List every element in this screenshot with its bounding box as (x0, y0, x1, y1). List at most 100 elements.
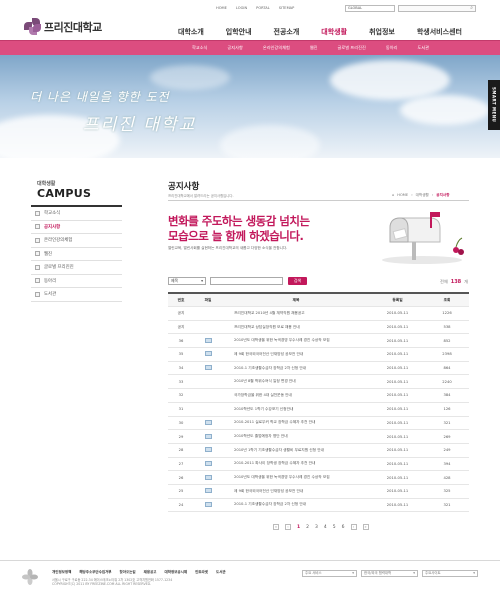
row-title[interactable]: 2010-2011 실로우커 학교 장학금 수혜자 추천 안내 (222, 420, 370, 425)
keyword-input[interactable] (210, 277, 283, 285)
row-number: 공지 (177, 310, 185, 315)
attachment-icon[interactable] (204, 460, 212, 466)
util-login-link[interactable]: LOGIN (236, 6, 247, 10)
table-row[interactable]: 34 2010-1 기초생활수급자 장학금 2차 신청 안내 2010-05-11 8… (168, 362, 469, 376)
gnb-item-about[interactable]: 대학소개 (178, 27, 204, 37)
total-count-value: 138 (450, 279, 462, 285)
util-portal-link[interactable]: PORTAL (256, 6, 270, 10)
pager-last-button[interactable]: » (362, 524, 369, 530)
footer-link[interactable]: 도서관 (216, 570, 226, 575)
footer-link[interactable]: 인트라넷 (195, 570, 208, 575)
gnb-item-career[interactable]: 취업정보 (369, 27, 395, 37)
table-row[interactable]: 26 2010년도 대학생을 위한 녹색경영 우수사례 경진 수상작 모집 2010… (168, 471, 469, 485)
pager-first-button[interactable]: « (273, 524, 279, 530)
footer-link[interactable]: 대학정보공시제 (165, 570, 188, 575)
sub-nav-item[interactable]: 글로벌 프리진진 (338, 45, 366, 51)
lnb-item-webzine[interactable]: 웹진 (31, 248, 122, 261)
gnb-item-admission[interactable]: 입학안내 (226, 27, 252, 37)
table-row[interactable]: 공지 프리진대학교 2010년 4월 계약직원 채용공고 2010-05-11 122… (168, 307, 469, 321)
row-title[interactable]: 2010년도 대학생을 위한 녹색경영 우수사례 경진 수상작 모집 (222, 475, 370, 480)
row-title[interactable]: 2010-1 기초생활수급자 장학금 2차 신청 안내 (222, 366, 370, 371)
sub-nav-item[interactable]: 동아리 (386, 45, 398, 51)
row-title[interactable]: 프리진대학교 2010년 4월 계약직원 채용공고 (222, 311, 370, 316)
col-header-date: 등록일 (392, 297, 403, 302)
table-row[interactable]: 31 2010학년도 1학기 수강포기 신청안내 2010-05-11 126 (168, 403, 469, 417)
table-row[interactable]: 32 국가장학금을 위한 4대 실천운동 안내 2010-05-11 384 (168, 389, 469, 403)
util-sitemap-link[interactable]: SITEMAP (279, 6, 295, 10)
attachment-icon[interactable] (204, 433, 212, 439)
footer-link[interactable]: 찾아오는길 (120, 570, 136, 575)
row-title[interactable]: 2010-2011 파사이 장학생 장학금 수혜자 추천 안내 (222, 461, 370, 466)
search-button[interactable]: 검색 (288, 277, 307, 285)
row-title[interactable]: 2010년 1학기 기초생활수급자 생활비 무료지원 신청 안내 (222, 448, 370, 453)
table-row[interactable]: 29 2010학년도 졸업예정자 명단 안내 2010-05-11 269 (168, 430, 469, 444)
logo[interactable]: 프리진대학교 (24, 18, 102, 35)
search-field-select[interactable]: 제목 ▾ (168, 277, 206, 285)
attachment-icon[interactable] (204, 501, 212, 507)
row-title[interactable]: 제 9회 한국외국어전산 인재양성 공모전 안내 (222, 352, 370, 357)
pager-page[interactable]: 2 (306, 525, 309, 530)
table-row[interactable]: 27 2010-2011 파사이 장학생 장학금 수혜자 추천 안내 2010-05… (168, 458, 469, 472)
gnb-item-campus-life[interactable]: 대학생활 (321, 27, 347, 37)
pager-page[interactable]: 1 (297, 525, 300, 530)
lnb-item-online-lecture[interactable]: 온라인강의체험 (31, 234, 122, 248)
row-title[interactable]: 2010-1 기초생활수급자 장학금 2차 신청 안내 (222, 502, 370, 507)
footer-link[interactable]: 해당주소무단수집거부 (79, 570, 111, 575)
attachment-icon[interactable] (204, 447, 212, 453)
attachment-icon[interactable] (204, 337, 212, 343)
row-title[interactable]: 2010년 8월 학위수여식 일정 변경 안내 (222, 379, 370, 384)
attachment-icon[interactable] (204, 351, 212, 357)
sub-nav-item[interactable]: 도서관 (417, 45, 429, 51)
attachment-icon[interactable] (204, 365, 212, 371)
pager-page[interactable]: 3 (315, 525, 318, 530)
row-title[interactable]: 제 9회 한국외국어전산 인재양성 공모전 안내 (222, 489, 370, 494)
smart-menu-tab[interactable]: SMART MENU (488, 80, 500, 130)
row-date: 2010-05-11 (386, 393, 409, 398)
sub-nav-item[interactable]: 학교소식 (192, 45, 207, 51)
table-row[interactable]: 30 2010-2011 실로우커 학교 장학금 수혜자 추천 안내 2010-05… (168, 417, 469, 431)
table-row[interactable]: 공지 프리진대학교 상담실장직원 모로 채용 안내 2010-05-11 538 (168, 321, 469, 335)
row-title[interactable]: 2010학년도 1학기 수강포기 신청안내 (222, 407, 370, 412)
lnb-item-library[interactable]: 도서관 (31, 288, 122, 302)
global-select[interactable]: GLOBAL (345, 5, 395, 12)
lnb-item-club[interactable]: 동아리 (31, 275, 122, 288)
table-row[interactable]: 24 2010-1 기초생활수급자 장학금 2차 신청 안내 2010-05-11 3… (168, 499, 469, 513)
gnb-item-majors[interactable]: 전공소개 (274, 27, 300, 37)
breadcrumb-campus[interactable]: 대학생활 (416, 193, 429, 198)
table-row[interactable]: 35 제 9회 한국외국어전산 인재양성 공모전 안내 2010-05-11 2398 (168, 348, 469, 362)
attachment-icon[interactable] (204, 419, 212, 425)
util-home-link[interactable]: HOME (216, 6, 227, 10)
attachment-icon[interactable] (204, 474, 212, 480)
attachment-icon[interactable] (204, 488, 212, 494)
footer-link[interactable]: 개인정보정책 (52, 570, 71, 575)
table-row[interactable]: 33 2010년 8월 학위수여식 일정 변경 안내 2010-05-11 2240 (168, 375, 469, 390)
footer-divider (0, 560, 500, 561)
footer-select-services[interactable]: 주요 서비스 ▾ (302, 570, 357, 577)
sub-nav-item[interactable]: 웹진 (310, 45, 318, 51)
table-row[interactable]: 36 2010년도 대학생을 위한 녹색경영 우수사례 경진 수상작 모집 2010… (168, 334, 469, 349)
footer-select-label: 주요사이트 (425, 571, 441, 575)
sub-nav-item[interactable]: 온라인강의체험 (263, 45, 290, 51)
pager-next-button[interactable]: › (350, 524, 357, 530)
lnb-item-news[interactable]: 학교소식 (31, 207, 122, 221)
row-title[interactable]: 2010년도 대학생을 위한 녹색경영 우수사례 경진 수상작 모집 (222, 338, 370, 343)
row-title[interactable]: 국가장학금을 위한 4대 실천운동 안내 (222, 393, 370, 398)
footer-select-sites[interactable]: 주요사이트 ▾ (422, 570, 478, 577)
pager-page[interactable]: 5 (333, 525, 336, 530)
table-row[interactable]: 28 2010년 1학기 기초생활수급자 생활비 무료지원 신청 안내 2010-0… (168, 444, 469, 458)
footer-select-partners[interactable]: 한국/외국 협력대학 ▾ (361, 570, 418, 577)
row-title[interactable]: 프리진대학교 상담실장직원 모로 채용 안내 (222, 325, 370, 330)
gnb-item-student-service[interactable]: 학생서비스센터 (417, 27, 462, 37)
lnb-item-global[interactable]: 글로벌 프리진진 (31, 261, 122, 275)
pager-prev-button[interactable]: ‹ (285, 524, 291, 530)
row-title[interactable]: 2010학년도 졸업예정자 명단 안내 (222, 434, 370, 439)
pager-page[interactable]: 4 (324, 525, 327, 530)
header-search-input[interactable]: ⌕ (398, 5, 476, 12)
footer-link[interactable]: 채용공고 (144, 570, 157, 575)
table-row[interactable]: 25 제 9회 한국외국어전산 인재양성 공모전 안내 2010-05-11 325 (168, 485, 469, 499)
pager-page[interactable]: 6 (342, 525, 345, 530)
sub-nav-item[interactable]: 공지사항 (227, 45, 242, 51)
search-icon[interactable]: ⌕ (470, 6, 473, 11)
breadcrumb-home[interactable]: HOME (397, 193, 408, 198)
lnb-item-notice[interactable]: 공지사항 (31, 221, 122, 234)
